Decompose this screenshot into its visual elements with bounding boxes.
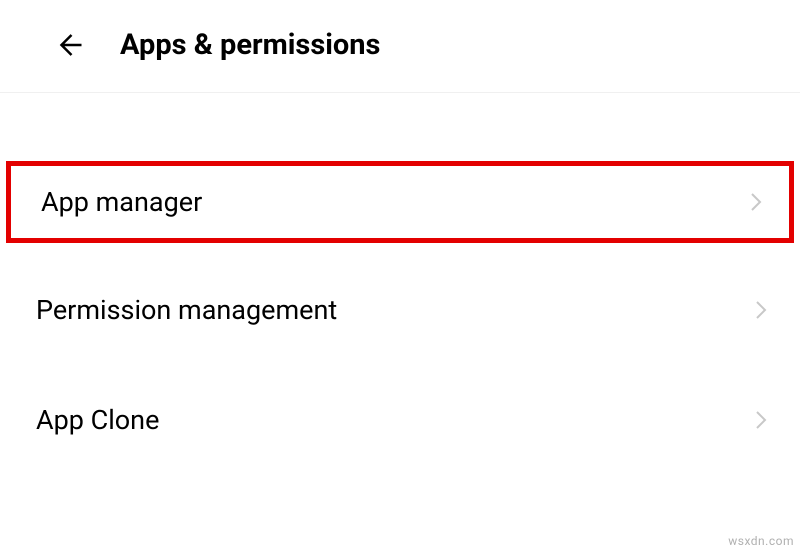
back-arrow-icon[interactable] (52, 28, 86, 62)
chevron-right-icon (752, 406, 770, 434)
list-item-label: App manager (41, 186, 202, 218)
chevron-right-icon (747, 188, 765, 216)
page-title: Apps & permissions (120, 28, 380, 62)
header: Apps & permissions (0, 0, 800, 93)
chevron-right-icon (752, 296, 770, 324)
watermark: wsxdn.com (728, 534, 794, 548)
list-item-label: App Clone (36, 404, 159, 436)
list-item-label: Permission management (36, 294, 337, 326)
list-item-permission-management[interactable]: Permission management (0, 271, 800, 349)
list-item-app-manager[interactable]: App manager (6, 161, 794, 243)
settings-list: App manager Permission management App Cl… (0, 93, 800, 459)
list-item-app-clone[interactable]: App Clone (0, 381, 800, 459)
